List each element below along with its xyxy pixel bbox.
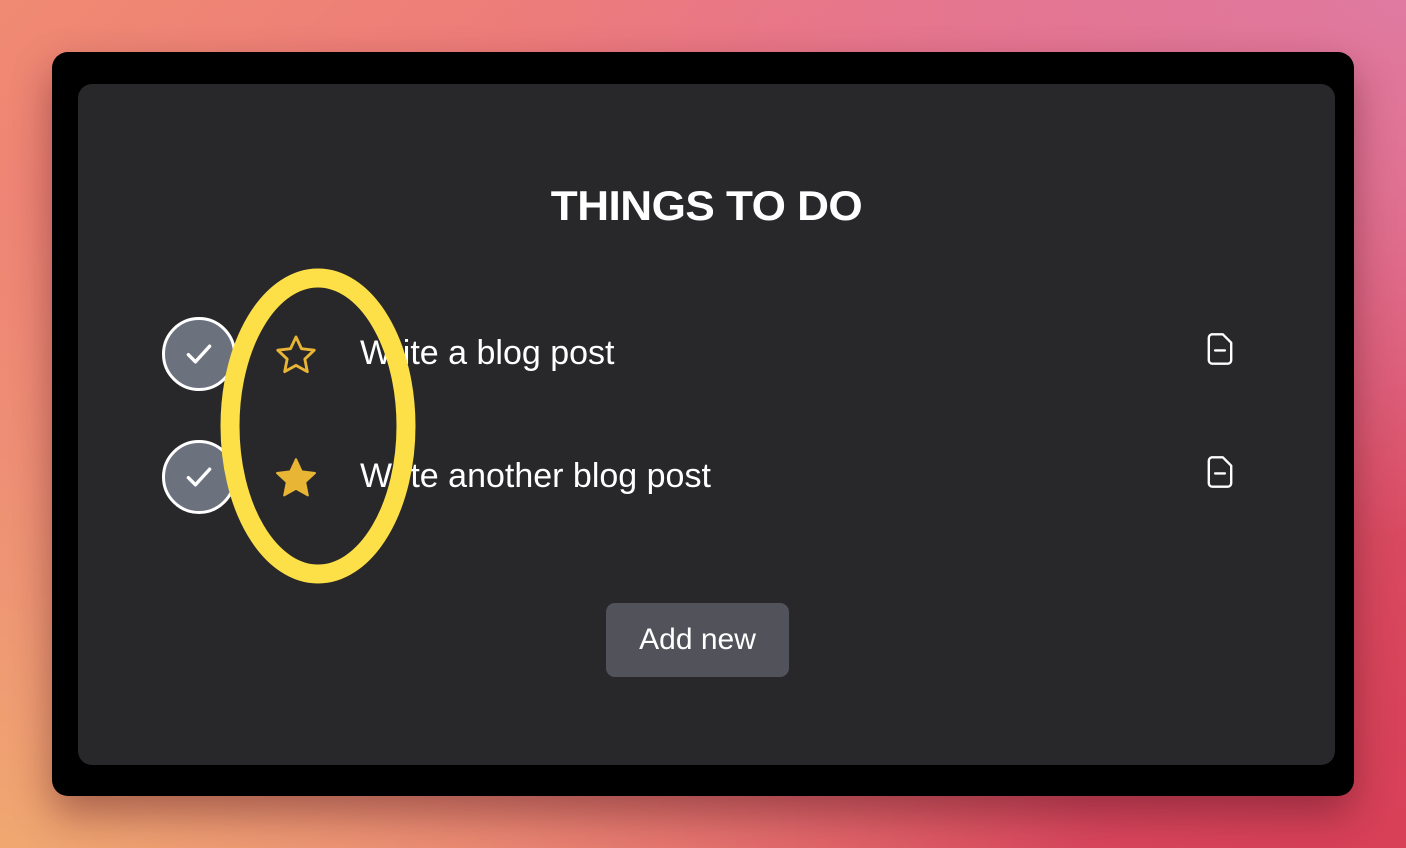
app-window: THINGS TO DO Write a blog post Write ano… xyxy=(52,52,1354,796)
todo-text: Write another blog post xyxy=(360,457,711,495)
complete-toggle-button[interactable] xyxy=(162,317,236,391)
star-outline-icon xyxy=(276,335,316,374)
add-new-button[interactable]: Add new xyxy=(606,603,789,677)
document-minus-icon xyxy=(1207,333,1233,365)
document-minus-icon xyxy=(1207,456,1233,488)
star-filled-icon xyxy=(276,458,316,497)
star-toggle-button[interactable] xyxy=(272,454,320,502)
checkmark-icon xyxy=(186,344,212,364)
todo-item-2: Write another blog post xyxy=(162,440,1242,520)
todo-panel: THINGS TO DO Write a blog post Write ano… xyxy=(78,84,1335,765)
checkmark-icon xyxy=(186,467,212,487)
page-title: THINGS TO DO xyxy=(550,182,863,229)
complete-toggle-button[interactable] xyxy=(162,440,236,514)
document-button[interactable] xyxy=(1203,452,1237,492)
todo-text: Write a blog post xyxy=(360,334,615,372)
todo-item-1: Write a blog post xyxy=(162,317,1242,397)
star-toggle-button[interactable] xyxy=(272,331,320,379)
document-button[interactable] xyxy=(1203,329,1237,369)
